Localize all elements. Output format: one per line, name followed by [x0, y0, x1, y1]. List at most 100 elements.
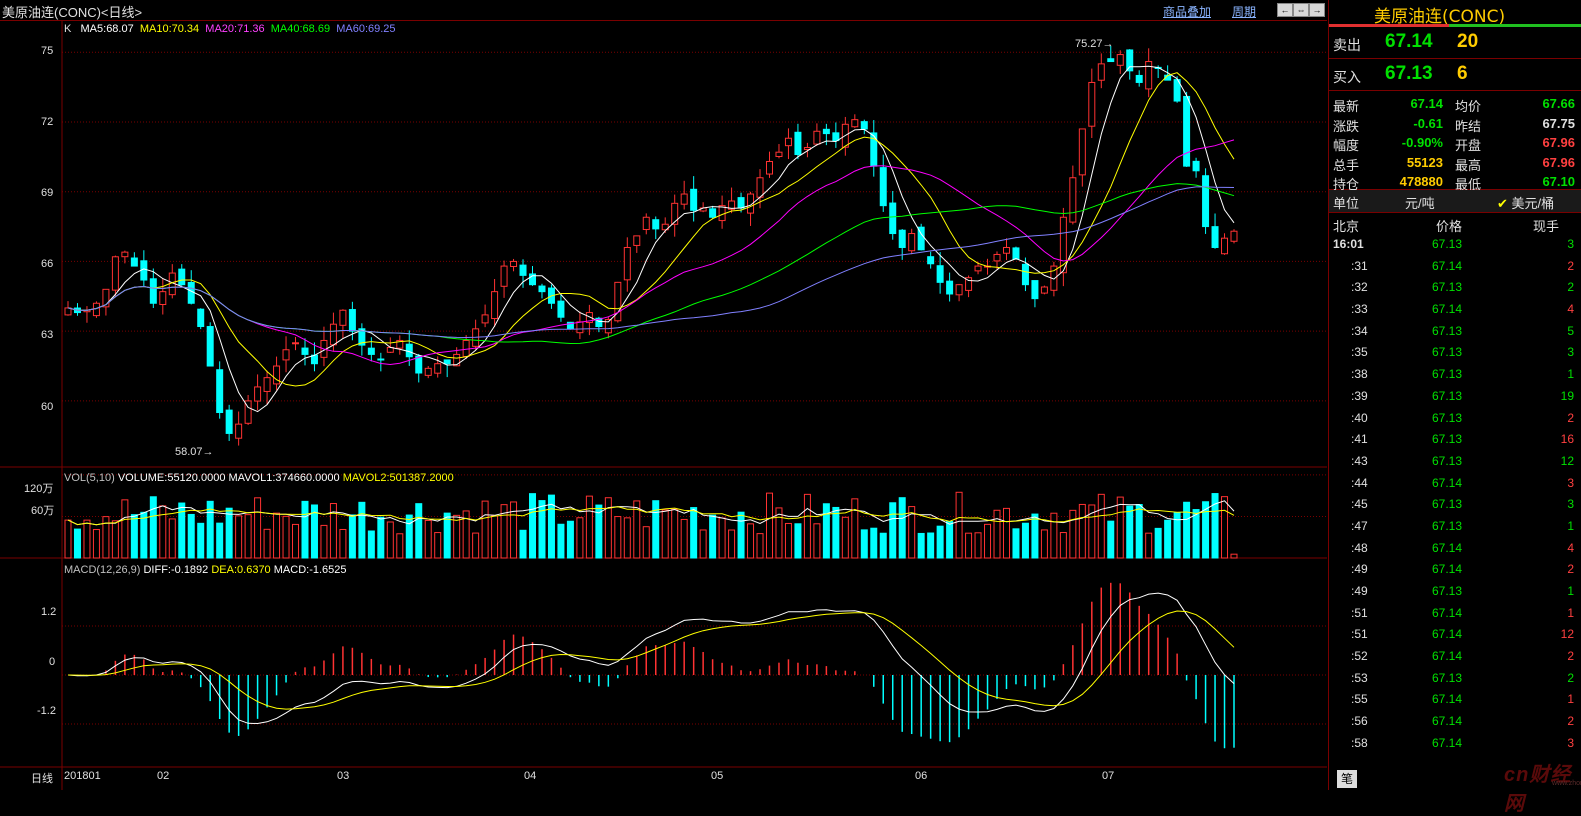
tick-price: 67.13: [1432, 518, 1463, 533]
scroll-right-button[interactable]: →: [1309, 3, 1325, 17]
stat-value: 67.96: [1542, 135, 1575, 150]
tick-price: 67.14: [1432, 258, 1463, 273]
tick-price: 67.13: [1432, 367, 1463, 382]
volume-bar: [879, 532, 887, 559]
x-tick: 04: [524, 770, 537, 782]
quote-stats: 最新 67.14 均价 67.66 涨跌 -0.61 昨结 67.75 幅度 -0.90% 开盘 67…: [1329, 91, 1581, 192]
ask-row: 卖出 67.14 20: [1329, 27, 1581, 59]
kline-chart[interactable]: [0, 21, 1327, 790]
tick-row[interactable]: :43 67.13 12: [1329, 450, 1581, 472]
stat-label: 总手: [1333, 157, 1360, 173]
tick-price: 67.13: [1432, 237, 1463, 251]
x-tick: 06: [915, 770, 928, 782]
candle-body: [642, 216, 650, 231]
check-icon: ✔: [1497, 196, 1508, 211]
volume-bar: [955, 491, 963, 559]
scroll-left-button[interactable]: ←: [1277, 3, 1293, 17]
tick-row[interactable]: :34 67.13 5: [1329, 320, 1581, 342]
volume-bar: [386, 521, 394, 559]
candle-body: [709, 208, 717, 218]
volume-bar: [159, 505, 167, 559]
volume-bar: [1154, 527, 1162, 559]
tick-time: :45: [1351, 497, 1368, 512]
unit-cny[interactable]: 元/吨: [1405, 193, 1435, 212]
volume-bar: [813, 523, 821, 559]
period-link[interactable]: 周期: [1232, 3, 1256, 20]
low-annotation: 58.07→: [175, 446, 214, 458]
volume-bar: [889, 502, 897, 559]
price-tick: 75: [41, 45, 54, 57]
chart-title-bar: 美原油连(CONC)<日线> 商品叠加 周期 ← ⇔ →: [0, 0, 1327, 21]
ma20-label: MA20:71.36: [205, 23, 265, 35]
zoom-button[interactable]: ⇔: [1293, 3, 1309, 17]
tick-row[interactable]: :55 67.14 1: [1329, 688, 1581, 710]
tick-row[interactable]: :45 67.13 3: [1329, 493, 1581, 515]
volume-bar: [510, 501, 518, 559]
tick-qty: 2: [1567, 562, 1574, 577]
tick-row[interactable]: :58 67.14 3: [1329, 732, 1581, 754]
tick-row[interactable]: :33 67.14 4: [1329, 298, 1581, 320]
tick-row[interactable]: :49 67.13 1: [1329, 580, 1581, 602]
unit-usd[interactable]: ✔ 美元/桶: [1497, 193, 1554, 212]
tick-row[interactable]: :49 67.14 2: [1329, 558, 1581, 580]
volume-bar: [367, 530, 375, 559]
volume-bar: [348, 514, 356, 559]
tick-row[interactable]: :39 67.13 19: [1329, 385, 1581, 407]
tick-row[interactable]: :40 67.13 2: [1329, 407, 1581, 429]
tick-row[interactable]: :38 67.13 1: [1329, 363, 1581, 385]
volume-bar: [235, 515, 243, 559]
ask-volume: 20: [1457, 31, 1479, 52]
overlay-commodity-link[interactable]: 商品叠加: [1163, 3, 1211, 20]
tick-row[interactable]: :35 67.13 3: [1329, 341, 1581, 363]
ma10-line: [67, 72, 1235, 387]
candle-body: [367, 347, 375, 355]
candle-body: [1097, 63, 1105, 81]
volume-bar: [585, 495, 593, 559]
tick-row[interactable]: :32 67.13 2: [1329, 276, 1581, 298]
tick-row[interactable]: :41 67.13 16: [1329, 428, 1581, 450]
tick-row[interactable]: :56 67.14 2: [1329, 710, 1581, 732]
mavol1-line: [67, 500, 1235, 526]
candle-body: [879, 167, 887, 207]
period-label: 日线: [31, 773, 53, 785]
vol-legend: VOL(5,10) VOLUME:55120.0000 MAVOL1:37466…: [64, 472, 454, 484]
tick-row[interactable]: :44 67.14 3: [1329, 472, 1581, 494]
tick-row[interactable]: :51 67.14 1: [1329, 602, 1581, 624]
chart-area[interactable]: K MA5:68.07 MA10:70.34 MA20:71.36 MA40:6…: [0, 21, 1327, 790]
volume-bar: [822, 503, 830, 559]
volume-bar: [140, 511, 148, 559]
tick-time: :39: [1351, 388, 1368, 403]
candle-body: [1069, 177, 1077, 223]
candle-body: [301, 347, 309, 355]
volume-bar: [1164, 519, 1172, 559]
tick-row[interactable]: :52 67.14 2: [1329, 645, 1581, 667]
tick-qty: 2: [1567, 649, 1574, 664]
tick-qty: 5: [1567, 323, 1574, 338]
volume-bar: [301, 500, 309, 559]
macd-legend: MACD(12,26,9) DIFF:-0.1892 DEA:0.6370 MA…: [64, 564, 347, 576]
tick-row[interactable]: :53 67.13 2: [1329, 667, 1581, 689]
tick-time: :32: [1351, 280, 1368, 295]
volume-bar: [1012, 528, 1020, 559]
volume-bar: [121, 499, 129, 559]
volume-bar: [699, 529, 707, 559]
stat-label: 昨结: [1455, 118, 1482, 134]
tick-row[interactable]: :48 67.14 4: [1329, 537, 1581, 559]
unit-row[interactable]: 单位 元/吨 ✔ 美元/桶: [1329, 190, 1581, 213]
tick-qty: 3: [1567, 497, 1574, 512]
ticks-tab[interactable]: 笔: [1337, 770, 1357, 788]
tick-price: 67.13: [1432, 584, 1463, 598]
tick-qty: 3: [1567, 237, 1574, 251]
price-tick: 60: [41, 401, 54, 413]
volume-bar: [225, 507, 233, 559]
volume-bar: [64, 519, 72, 559]
volume-bar: [566, 520, 574, 559]
tick-row[interactable]: :31 67.14 2: [1329, 255, 1581, 277]
tick-time: :49: [1351, 584, 1368, 598]
candle-body: [405, 343, 413, 358]
tick-row[interactable]: 16:01 67.13 3: [1329, 233, 1581, 255]
volume-bar: [974, 532, 982, 559]
tick-row[interactable]: :51 67.14 12: [1329, 623, 1581, 645]
tick-row[interactable]: :47 67.13 1: [1329, 515, 1581, 537]
tick-list[interactable]: 16:01 67.13 3:31 67.14 2:32 67.13 2:33 67.14 4:3…: [1329, 233, 1581, 754]
